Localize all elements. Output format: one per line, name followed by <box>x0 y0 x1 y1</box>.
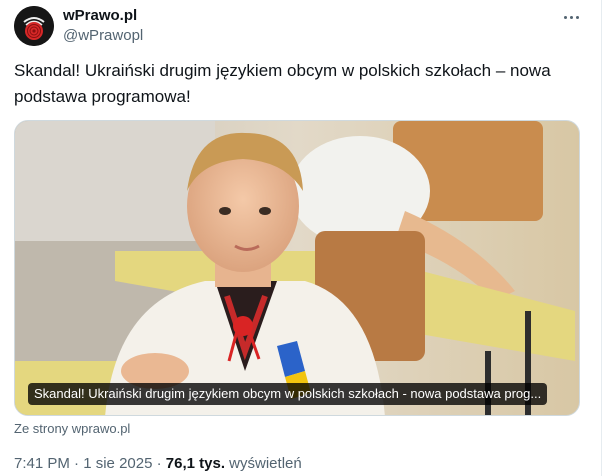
author-handle[interactable]: @wPrawopl <box>63 26 143 46</box>
tweet-header: wPrawo.pl @wPrawopl <box>14 6 588 46</box>
views-count[interactable]: 76,1 tys. <box>166 455 225 472</box>
media-caption: Skandal! Ukraiński drugim językiem obcym… <box>28 383 548 405</box>
tweet-card: wPrawo.pl @wPrawopl Skandal! Ukraiński d… <box>0 0 602 476</box>
more-options-icon[interactable] <box>560 8 582 26</box>
article-photo <box>15 121 579 415</box>
tweet-text: Skandal! Ukraiński drugim językiem obcym… <box>14 61 551 106</box>
views-label: wyświetleń <box>225 455 302 472</box>
link-source[interactable]: Ze strony wprawo.pl <box>14 421 130 437</box>
tweet-time[interactable]: 7:41 PM <box>14 455 70 472</box>
avatar[interactable] <box>14 6 54 46</box>
fingerprint-logo-icon <box>14 6 54 46</box>
tweet-meta: 7:41 PM · 1 sie 2025 · 76,1 tys. wyświet… <box>14 454 302 474</box>
author-names: wPrawo.pl @wPrawopl <box>63 6 143 46</box>
author-display-name[interactable]: wPrawo.pl <box>63 6 143 26</box>
media-card[interactable]: Skandal! Ukraiński drugim językiem obcym… <box>14 120 580 416</box>
meta-separator: · <box>69 455 84 472</box>
meta-separator: · <box>152 455 166 472</box>
tweet-date[interactable]: 1 sie 2025 <box>83 455 152 472</box>
